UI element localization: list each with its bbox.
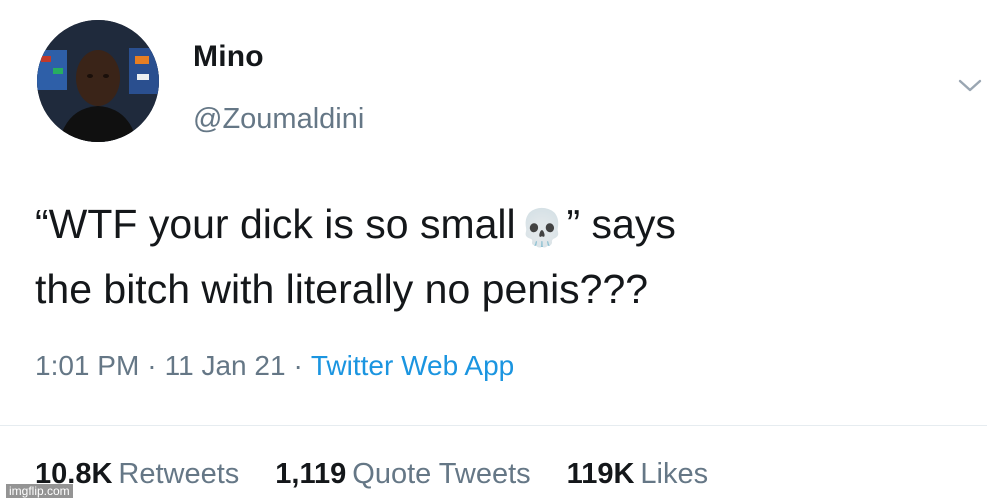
meta-separator: · <box>293 350 303 381</box>
skull-emoji-icon: 💀 <box>519 208 565 249</box>
avatar[interactable] <box>37 20 159 142</box>
display-name[interactable]: Mino <box>193 40 264 74</box>
tweet-text-segment: ” says <box>566 201 676 247</box>
tweet-stats: 10.8K Retweets 1,119 Quote Tweets 119K Likes <box>35 458 744 491</box>
quote-tweets-stat[interactable]: 1,119 Quote Tweets <box>275 458 530 491</box>
likes-count: 119K <box>566 458 635 490</box>
quote-tweets-count: 1,119 <box>275 458 347 490</box>
tweet-card: Mino @Zoumaldini “WTF your dick is so sm… <box>0 0 987 500</box>
tweet-source-link[interactable]: Twitter Web App <box>311 350 514 381</box>
tweet-meta: 1:01 PM · 11 Jan 21 · Twitter Web App <box>35 350 514 382</box>
tweet-date[interactable]: 11 Jan 21 <box>165 350 286 381</box>
tweet-text: “WTF your dick is so small 💀” says the bi… <box>35 194 965 319</box>
tweet-text-segment: “WTF your dick is so small <box>35 201 516 247</box>
watermark: imgflip.com <box>6 484 73 498</box>
quote-tweets-label: Quote Tweets <box>352 458 531 490</box>
likes-stat[interactable]: 119K Likes <box>567 458 708 491</box>
retweets-label: Retweets <box>118 458 240 490</box>
meta-separator: · <box>147 350 157 381</box>
user-handle[interactable]: @Zoumaldini <box>193 103 364 136</box>
likes-label: Likes <box>640 458 709 490</box>
chevron-down-icon[interactable] <box>958 78 982 94</box>
tweet-time[interactable]: 1:01 PM <box>35 350 139 381</box>
tweet-text-line-2: the bitch with literally no penis??? <box>35 266 649 312</box>
tweet-text-line-1: “WTF your dick is so small 💀” says <box>35 194 965 259</box>
divider <box>0 425 987 426</box>
avatar-image <box>37 20 159 142</box>
